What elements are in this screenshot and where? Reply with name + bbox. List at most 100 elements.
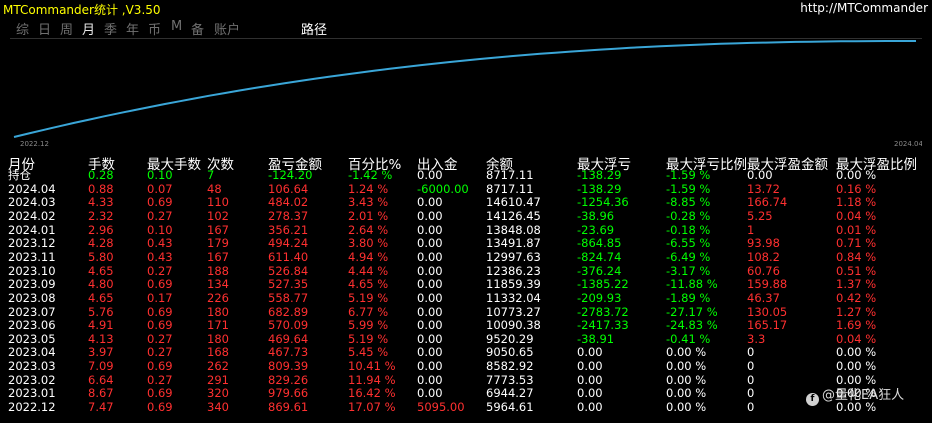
cell-lots: 2.32: [88, 208, 114, 223]
cell-inout: 0.00: [417, 236, 443, 251]
cell-max-drawdown-pct: -3.17 %: [666, 263, 711, 278]
cell-balance: 11332.04: [486, 290, 541, 305]
cell-max-drawdown: 0.00: [577, 400, 603, 415]
tab-monthly[interactable]: 月: [82, 19, 95, 38]
cell-pct: 4.65 %: [348, 277, 389, 292]
cell-count: 167: [207, 222, 229, 237]
cell-pnl: 484.02: [268, 195, 309, 210]
cell-pnl: 526.84: [268, 263, 309, 278]
table-row-position[interactable]: 持仓 0.28 0.10 7 -124.20 -1.42 % 0.00 8717.11 -138…: [0, 168, 932, 183]
cell-pnl: 611.40: [268, 249, 309, 264]
cell-pnl: 558.77: [268, 290, 309, 305]
cell-max-drawdown-pct: -1.89 %: [666, 290, 711, 305]
table-row[interactable]: 2023.12 4.28 0.43 179 494.24 3.80 % 0.00 13491.…: [0, 237, 932, 251]
cell-balance: 12997.63: [486, 249, 541, 264]
cell-balance: 13848.08: [486, 222, 541, 237]
cell-balance: 10090.38: [486, 318, 541, 333]
cell-pct: 5.19 %: [348, 331, 389, 346]
tab-account[interactable]: 账户: [214, 19, 240, 38]
cell-month: 2022.12: [8, 400, 56, 415]
table-row[interactable]: 2023.07 5.76 0.69 180 682.89 6.77 % 0.00 10773.…: [0, 304, 932, 320]
cell-max-drawdown-pct: 0.00 %: [666, 359, 707, 374]
table-row[interactable]: 2023.03 7.09 0.69 262 809.39 10.41 % 0.00 8582.…: [0, 359, 932, 374]
cell-max-float-profit: 0: [747, 345, 755, 360]
cell-balance: 13491.87: [486, 236, 541, 251]
cell-pnl: 570.09: [268, 318, 309, 333]
cell-count: 262: [207, 359, 229, 374]
cell-max-float-profit: 5.25: [747, 208, 773, 223]
table-row[interactable]: 2024.03 4.33 0.69 110 484.02 3.43 % 0.00 14610.…: [0, 196, 932, 210]
tab-summary[interactable]: 综: [16, 19, 29, 38]
cell-inout: 0.00: [417, 208, 443, 223]
cell-pct: 2.64 %: [348, 222, 389, 237]
cell-lots: 4.91: [88, 318, 114, 333]
cell-inout: -6000.00: [417, 181, 469, 196]
tab-quarterly[interactable]: 季: [104, 19, 117, 38]
tab-weekly[interactable]: 周: [60, 19, 73, 38]
cell-inout: 0.00: [417, 386, 443, 401]
cell-pnl: 467.73: [268, 345, 309, 360]
cell-pct: 1.24 %: [348, 181, 389, 196]
table-row[interactable]: 2023.11 5.80 0.43 167 611.40 4.94 % 0.00 12997.…: [0, 249, 932, 265]
cell-pnl: 809.39: [268, 359, 309, 374]
cell-max-float-profit: 3.3: [747, 331, 766, 346]
tab-currency[interactable]: 币: [148, 19, 161, 38]
tab-daily[interactable]: 日: [38, 19, 51, 38]
cell-pct: 6.77 %: [348, 304, 389, 319]
table-row[interactable]: 2023.01 8.67 0.69 320 979.66 16.42 % 0.00 6944.…: [0, 387, 932, 401]
table-row[interactable]: 2023.05 4.13 0.27 180 469.64 5.19 % 0.00 9520.2…: [0, 331, 932, 347]
table-row[interactable]: 2023.04 3.97 0.27 168 467.73 5.45 % 0.00 9050.6…: [0, 346, 932, 360]
cell-max-float-profit-pct: 0.16 %: [836, 181, 877, 196]
cell-pnl: 869.61: [268, 400, 309, 415]
cell-balance: 9520.29: [486, 331, 534, 346]
cell-inout: 0.00: [417, 304, 443, 319]
cell-max-drawdown: -2783.72: [577, 304, 629, 319]
cell-max-float-profit: 0: [747, 359, 755, 374]
cell-lots: 2.96: [88, 222, 114, 237]
cell-max-lots: 0.69: [147, 359, 173, 374]
cell-pct: 5.19 %: [348, 290, 389, 305]
cell-max-lots: 0.27: [147, 372, 173, 387]
cell-max-float-profit-pct: 0.84 %: [836, 249, 877, 264]
cell-lots: 4.28: [88, 236, 114, 251]
table-row[interactable]: 2024.01 2.96 0.10 167 356.21 2.64 % 0.00 13848.…: [0, 222, 932, 238]
cell-max-float-profit-pct: 0.01 %: [836, 222, 877, 237]
cell-count: 340: [207, 400, 229, 415]
table-row[interactable]: 2023.10 4.65 0.27 188 526.84 4.44 % 0.00 12386.…: [0, 263, 932, 279]
table-row[interactable]: 2023.02 6.64 0.27 291 829.26 11.94 % 0.00 7773.…: [0, 372, 932, 388]
path-button[interactable]: 路径: [301, 19, 327, 38]
table-row[interactable]: 2023.06 4.91 0.69 171 570.09 5.99 % 0.00 10090.…: [0, 318, 932, 333]
cell-max-drawdown: -864.85: [577, 236, 622, 251]
cell-max-float-profit-pct: 1.27 %: [836, 304, 877, 319]
cell-max-drawdown-pct: -1.59 %: [666, 181, 711, 196]
cell-pnl: 278.37: [268, 208, 309, 223]
cell-pct: -1.42 %: [348, 168, 393, 182]
cell-balance: 12386.23: [486, 263, 541, 278]
url-link[interactable]: http://MTCommander: [800, 1, 928, 15]
cell-max-lots: 0.69: [147, 304, 173, 319]
cell-max-float-profit-pct: 1.69 %: [836, 318, 877, 333]
tab-magic[interactable]: M: [171, 19, 182, 34]
table-row[interactable]: 2022.12 7.47 0.69 340 869.61 17.07 % 5095.00 59…: [0, 400, 932, 415]
cell-balance: 14126.45: [486, 208, 541, 223]
cell-month: 2023.10: [8, 263, 56, 278]
table-row[interactable]: 2024.02 2.32 0.27 102 278.37 2.01 % 0.00 14126.…: [0, 208, 932, 224]
cell-pnl: 494.24: [268, 236, 309, 251]
cell-max-drawdown-pct: 0.00 %: [666, 372, 707, 387]
cell-max-drawdown-pct: 0.00 %: [666, 400, 707, 415]
cell-balance: 8582.92: [486, 359, 534, 374]
cell-count: 226: [207, 290, 229, 305]
cell-count: 180: [207, 331, 229, 346]
cell-max-lots: 0.27: [147, 208, 173, 223]
cell-inout: 0.00: [417, 318, 443, 333]
table-row[interactable]: 2023.08 4.65 0.17 226 558.77 5.19 % 0.00 11332.…: [0, 290, 932, 306]
tab-notes[interactable]: 备: [191, 19, 204, 38]
cell-max-lots: 0.27: [147, 345, 173, 360]
cell-max-drawdown-pct: 0.00 %: [666, 386, 707, 401]
tab-yearly[interactable]: 年: [126, 19, 139, 38]
table-row[interactable]: 2024.04 0.88 0.07 48 106.64 1.24 % -6000.00 871…: [0, 181, 932, 197]
table-row[interactable]: 2023.09 4.80 0.69 134 527.35 4.65 % 0.00 11859.…: [0, 278, 932, 292]
cell-pnl: 356.21: [268, 222, 309, 237]
cell-lots: 7.09: [88, 359, 114, 374]
cell-max-lots: 0.69: [147, 318, 173, 333]
